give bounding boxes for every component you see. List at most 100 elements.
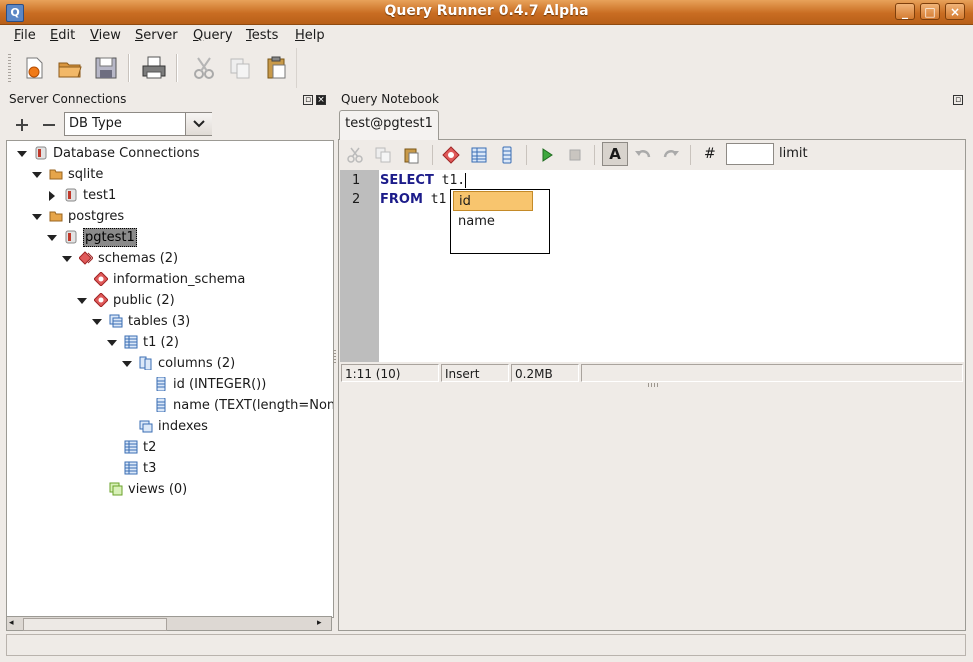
views-icon: [109, 482, 123, 496]
autocomplete-popup: id name: [450, 189, 550, 254]
schema-icon[interactable]: [442, 146, 460, 164]
undo-icon[interactable]: [634, 146, 652, 164]
float-panel-icon[interactable]: ▫: [303, 95, 313, 105]
db-type-dropdown-button[interactable]: [185, 113, 212, 135]
scroll-right-icon[interactable]: ▸: [317, 617, 329, 630]
collapse-arrow-icon[interactable]: [62, 256, 72, 262]
tree-node-label: pgtest1: [83, 228, 137, 247]
tree-node-label: schemas (2): [98, 251, 179, 266]
horizontal-scrollbar[interactable]: ◂ ▸: [6, 616, 332, 631]
open-icon[interactable]: [56, 54, 84, 82]
column-icon[interactable]: [498, 146, 516, 164]
menu-edit[interactable]: Edit: [50, 28, 75, 43]
remove-connection-icon[interactable]: [41, 117, 57, 133]
table-icon: [124, 461, 138, 475]
autocomplete-item-id[interactable]: id: [453, 191, 533, 211]
collapse-arrow-icon[interactable]: [107, 340, 117, 346]
font-toggle-button[interactable]: A: [602, 142, 628, 166]
paste-icon[interactable]: [262, 54, 290, 82]
collapse-arrow-icon[interactable]: [92, 319, 102, 325]
tab-test-pgtest1[interactable]: test@pgtest1: [339, 110, 439, 140]
table-icon[interactable]: [470, 146, 488, 164]
cut-icon[interactable]: [346, 146, 364, 164]
columns-icon: [139, 356, 152, 370]
line-number: 1: [352, 173, 361, 188]
code-text: t1.: [433, 173, 466, 188]
close-panel-icon[interactable]: ×: [316, 95, 326, 105]
collapse-arrow-icon[interactable]: [77, 298, 87, 304]
tree-node[interactable]: name (TEXT(length=Non: [7, 395, 334, 416]
menu-query[interactable]: Query: [193, 28, 233, 43]
table-icon: [124, 440, 138, 454]
tree-node[interactable]: Database Connections: [7, 143, 331, 164]
tree-node[interactable]: postgres: [7, 206, 331, 227]
code-line: FROM t1: [380, 192, 446, 207]
expand-arrow-icon[interactable]: [49, 191, 55, 201]
menu-server[interactable]: Server: [135, 28, 178, 43]
main-toolbar: [6, 48, 297, 88]
redo-icon[interactable]: [662, 146, 680, 164]
edit-mode: Insert: [441, 364, 509, 382]
collapse-arrow-icon[interactable]: [17, 151, 27, 157]
minimize-button[interactable]: _: [895, 3, 915, 20]
scrollbar-thumb[interactable]: [23, 618, 167, 631]
save-icon[interactable]: [92, 54, 120, 82]
collapse-arrow-icon[interactable]: [122, 361, 132, 367]
connection-tree[interactable]: Database Connections sqlite test1 postgres p…: [6, 140, 334, 618]
tree-node-label: Database Connections: [53, 146, 200, 161]
tree-node[interactable]: id (INTEGER()): [7, 374, 331, 395]
tree-node-label: sqlite: [68, 167, 104, 182]
float-notebook-icon[interactable]: ▫: [953, 95, 963, 105]
tree-node[interactable]: views (0): [7, 479, 331, 500]
cut-icon[interactable]: [190, 54, 218, 82]
tree-node[interactable]: test1: [7, 185, 331, 206]
scroll-left-icon[interactable]: ◂: [9, 617, 21, 630]
collapse-arrow-icon[interactable]: [47, 235, 57, 241]
paste-icon[interactable]: [402, 146, 420, 164]
print-icon[interactable]: [140, 54, 168, 82]
menu-help[interactable]: Help: [295, 28, 325, 43]
menu-file[interactable]: File: [14, 28, 36, 43]
tree-node-label: columns (2): [158, 356, 236, 371]
tree-node[interactable]: tables (3): [7, 311, 331, 332]
tree-node-label: name (TEXT(length=Non: [173, 398, 334, 413]
menu-view[interactable]: View: [90, 28, 121, 43]
schemas-icon: [79, 251, 93, 265]
tree-node[interactable]: information_schema: [7, 269, 331, 290]
query-notebook-title: Query Notebook: [341, 92, 439, 106]
tree-node[interactable]: t3: [7, 458, 331, 479]
tree-node[interactable]: columns (2): [7, 353, 331, 374]
maximize-button[interactable]: □: [920, 3, 940, 20]
add-connection-icon[interactable]: [14, 117, 30, 133]
tree-node[interactable]: sqlite: [7, 164, 331, 185]
tree-node[interactable]: pgtest1: [7, 227, 331, 248]
tree-node[interactable]: schemas (2): [7, 248, 331, 269]
copy-icon[interactable]: [226, 54, 254, 82]
tree-node[interactable]: indexes: [7, 416, 331, 437]
tree-node-label: indexes: [158, 419, 208, 434]
copy-icon[interactable]: [374, 146, 392, 164]
schema-icon: [94, 293, 108, 307]
tables-icon: [109, 314, 123, 328]
db-type-select[interactable]: DB Type: [64, 112, 212, 136]
column-icon: [156, 377, 166, 391]
stop-icon[interactable]: [566, 146, 584, 164]
tree-node-label: test1: [83, 188, 117, 203]
collapse-arrow-icon[interactable]: [32, 214, 42, 220]
collapse-arrow-icon[interactable]: [32, 172, 42, 178]
close-button[interactable]: ×: [945, 3, 965, 20]
sql-keyword: SELECT: [380, 173, 434, 188]
menu-tests[interactable]: Tests: [246, 28, 278, 43]
run-icon[interactable]: [538, 146, 556, 164]
autocomplete-item-name[interactable]: name: [453, 212, 533, 232]
tree-node-label: tables (3): [128, 314, 191, 329]
pane-splitter[interactable]: [333, 350, 336, 364]
cursor-position: 1:11 (10): [341, 364, 439, 382]
tree-node[interactable]: t2: [7, 437, 331, 458]
database-icon: [35, 146, 47, 160]
tree-node[interactable]: public (2): [7, 290, 331, 311]
new-icon[interactable]: [20, 54, 48, 82]
results-splitter[interactable]: [648, 383, 658, 387]
limit-input[interactable]: [726, 143, 774, 165]
tree-node[interactable]: t1 (2): [7, 332, 331, 353]
